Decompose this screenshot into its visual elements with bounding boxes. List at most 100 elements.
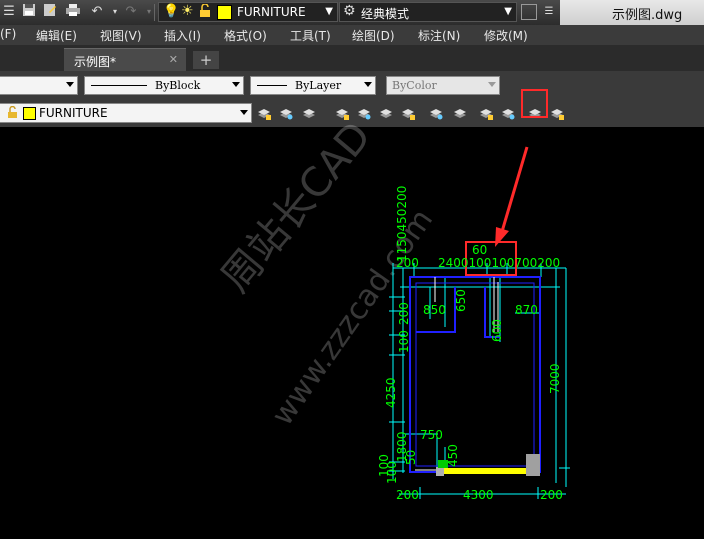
unlock-icon-svg xyxy=(200,3,210,17)
quick-layer-name: FURNITURE xyxy=(237,5,306,19)
menu-file[interactable]: (F) xyxy=(0,27,16,41)
unlock-icon xyxy=(7,105,18,119)
match-layer-icon[interactable] xyxy=(356,105,372,121)
dim-text: 850 xyxy=(423,303,446,317)
layer-walk-icon[interactable] xyxy=(400,105,416,121)
window-title: 示例图.dwg xyxy=(560,0,704,25)
separator xyxy=(154,4,155,21)
linetype-value: ByBlock xyxy=(155,79,201,92)
lineweight-dropdown[interactable]: ByLayer xyxy=(250,76,376,95)
menu-dimension[interactable]: 标注(N) xyxy=(418,27,460,44)
dim-text: 650 xyxy=(454,289,468,312)
chevron-down-icon xyxy=(488,82,496,87)
layer-color-swatch xyxy=(217,5,232,20)
drawing-canvas[interactable]: 周站长CAD www.zzzcad.com 200 24001001007002… xyxy=(0,114,704,539)
redo-dropdown-icon[interactable]: ▾ xyxy=(140,3,158,21)
gray-block xyxy=(526,454,540,476)
chevron-down-icon: ▼ xyxy=(325,6,333,17)
menu-edit[interactable]: 编辑(E) xyxy=(36,27,77,44)
unlock-icon xyxy=(199,3,211,18)
close-icon[interactable]: ✕ xyxy=(169,53,178,66)
floor-plan-drawing xyxy=(389,146,570,499)
layer-freeze-icon[interactable] xyxy=(428,105,444,121)
dim-text-chain: 1150450200 xyxy=(395,185,409,262)
dim-text-chain: 2400100100700200 xyxy=(438,256,561,270)
menu-insert[interactable]: 插入(I) xyxy=(164,27,201,44)
plot-style-dropdown[interactable]: ByColor xyxy=(386,76,500,95)
layer-unlock-icon[interactable] xyxy=(500,105,516,121)
layer-lock-icon[interactable] xyxy=(478,105,494,121)
chevron-down-icon: ▼ xyxy=(504,6,512,17)
dim-text: 750 xyxy=(420,428,443,442)
new-tab-button[interactable]: + xyxy=(193,51,219,69)
redo-icon[interactable]: ↷ xyxy=(122,3,140,21)
print-icon-svg xyxy=(66,4,80,16)
light-bulb-icon: 💡 xyxy=(163,4,180,19)
menu-tools[interactable]: 工具(T) xyxy=(290,27,331,44)
arrow-shaft xyxy=(499,146,529,236)
dim-text: 50 xyxy=(404,449,418,465)
layer-color-swatch xyxy=(23,107,36,120)
menu-format[interactable]: 格式(O) xyxy=(224,27,267,44)
layer-off-icon[interactable] xyxy=(452,105,468,121)
gear-icon: ⚙ xyxy=(343,3,356,19)
chevron-down-icon xyxy=(364,82,372,87)
workspace-dropdown[interactable]: ⚙ 经典模式 ▼ xyxy=(339,2,517,22)
layer-merge-icon[interactable] xyxy=(549,105,565,121)
dim-text: 100 xyxy=(385,461,399,484)
quick-access-toolbar: ☰ ↶ ▾ ↷ ▾ 💡 ☀ FURNITURE ▼ ⚙ 经典模式 ▼ ☰ 示例图… xyxy=(0,0,704,26)
highlight-box xyxy=(521,89,548,118)
dim-text: 100 xyxy=(397,330,411,353)
save-as-icon-svg xyxy=(44,4,56,16)
workspace-name: 经典模式 xyxy=(361,7,410,21)
print-icon[interactable] xyxy=(64,3,82,21)
dim-text: 4300 xyxy=(463,488,494,502)
file-title-text: 示例图.dwg xyxy=(612,8,683,23)
lineweight-sample xyxy=(257,85,287,86)
layer-states-icon[interactable] xyxy=(278,105,294,121)
tab-label: 示例图* xyxy=(74,55,117,69)
dim-text: 7000 xyxy=(548,363,562,394)
dim-text: 200 xyxy=(396,488,419,502)
unlock-icon-svg xyxy=(8,105,17,118)
customize-dropdown-icon[interactable]: ☰ xyxy=(540,3,558,21)
save-icon[interactable] xyxy=(20,3,38,21)
dim-text: 450 xyxy=(446,444,460,467)
arrow-head xyxy=(495,227,509,247)
layout-icon[interactable] xyxy=(521,4,537,20)
save-as-icon[interactable] xyxy=(41,3,59,21)
chevron-down-icon xyxy=(232,82,240,87)
current-layer-name: FURNITURE xyxy=(39,106,108,120)
dim-text: 600 xyxy=(490,319,504,342)
layer-previous-icon[interactable] xyxy=(256,105,272,121)
file-tab-bar: 示例图* ✕ + xyxy=(0,45,704,72)
linetype-sample xyxy=(91,85,147,86)
layer-isolate-icon[interactable] xyxy=(301,105,317,121)
sun-icon: ☀ xyxy=(181,3,194,19)
properties-toolbar: ByBlock ByLayer ByColor xyxy=(0,71,704,101)
gray-block xyxy=(436,467,444,476)
save-icon-svg xyxy=(23,4,35,16)
dim-text: 870 xyxy=(515,303,538,317)
menu-draw[interactable]: 绘图(D) xyxy=(352,27,395,44)
yellow-strip xyxy=(436,468,528,474)
plot-style-value: ByColor xyxy=(392,79,437,92)
menu-view[interactable]: 视图(V) xyxy=(100,27,142,44)
chevron-down-icon xyxy=(66,82,74,87)
layer-unisolate-icon[interactable] xyxy=(378,105,394,121)
dim-text: 60 xyxy=(472,243,488,257)
tab-drawing[interactable]: 示例图* ✕ xyxy=(64,48,186,72)
color-dropdown[interactable] xyxy=(0,76,78,95)
quick-layer-dropdown[interactable]: 💡 ☀ FURNITURE ▼ xyxy=(158,2,338,22)
dim-text: 4250 xyxy=(384,377,398,408)
dim-text: 200 xyxy=(540,488,563,502)
app-menu-icon[interactable]: ☰ xyxy=(0,3,18,21)
menu-bar: (F) 编辑(E) 视图(V) 插入(I) 格式(O) 工具(T) 绘图(D) … xyxy=(0,25,704,45)
menu-modify[interactable]: 修改(M) xyxy=(484,27,528,44)
undo-icon[interactable]: ↶ xyxy=(88,3,106,21)
chevron-down-icon xyxy=(240,110,248,115)
dim-text: 200 xyxy=(397,302,411,325)
linetype-dropdown[interactable]: ByBlock xyxy=(84,76,244,95)
layer-dropdown[interactable]: FURNITURE xyxy=(0,103,252,123)
lineweight-value: ByLayer xyxy=(295,79,342,92)
